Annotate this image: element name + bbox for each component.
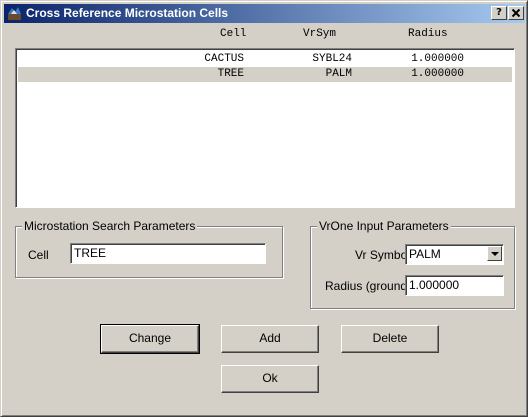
title-bar[interactable]: Cross Reference Microstation Cells ?: [4, 4, 525, 23]
vr-symbol-select[interactable]: PALM: [405, 244, 504, 265]
column-header-vrsym: VrSym: [303, 28, 337, 40]
radius-input[interactable]: 1.000000: [405, 275, 504, 296]
vr-symbol-value: PALM: [409, 247, 441, 261]
list-item-vrsym: SYBL24: [312, 53, 352, 65]
list-item-radius: 1.000000: [411, 68, 464, 80]
close-icon: [511, 8, 521, 18]
chevron-down-icon[interactable]: [487, 246, 502, 261]
help-button[interactable]: ?: [491, 6, 507, 20]
ok-button[interactable]: Ok: [221, 365, 319, 393]
list-item-cell: CACTUS: [204, 53, 244, 65]
vrone-input-group-title: VrOne Input Parameters: [317, 219, 451, 233]
app-icon: [8, 7, 21, 20]
cell-input[interactable]: TREE: [70, 243, 266, 264]
close-button[interactable]: [508, 6, 524, 20]
vrone-input-group: VrOne Input Parameters Vr Symbol PALM Ra…: [310, 219, 515, 309]
cross-reference-dialog: Cross Reference Microstation Cells ? Cel…: [0, 0, 528, 417]
list-item-vrsym: PALM: [325, 68, 352, 80]
cross-reference-list[interactable]: CACTUS SYBL24 1.000000 TREE PALM 1.00000…: [15, 48, 515, 208]
microstation-search-group-title: Microstation Search Parameters: [22, 219, 198, 233]
vr-symbol-label: Vr Symbol: [355, 248, 410, 262]
list-item-selected[interactable]: TREE PALM 1.000000: [18, 67, 512, 82]
column-header-cell: Cell: [220, 28, 247, 40]
microstation-search-group: Microstation Search Parameters Cell TREE: [15, 219, 283, 278]
delete-button[interactable]: Delete: [341, 325, 439, 353]
list-item-radius: 1.000000: [411, 53, 464, 65]
radius-label: Radius (ground): [325, 279, 412, 293]
column-header-radius: Radius: [408, 28, 448, 40]
list-item[interactable]: CACTUS SYBL24 1.000000: [18, 52, 512, 67]
change-button[interactable]: Change: [100, 324, 200, 354]
list-item-cell: TREE: [217, 68, 244, 80]
add-button[interactable]: Add: [221, 325, 319, 353]
cell-label: Cell: [28, 248, 49, 262]
window-title: Cross Reference Microstation Cells: [26, 6, 229, 20]
